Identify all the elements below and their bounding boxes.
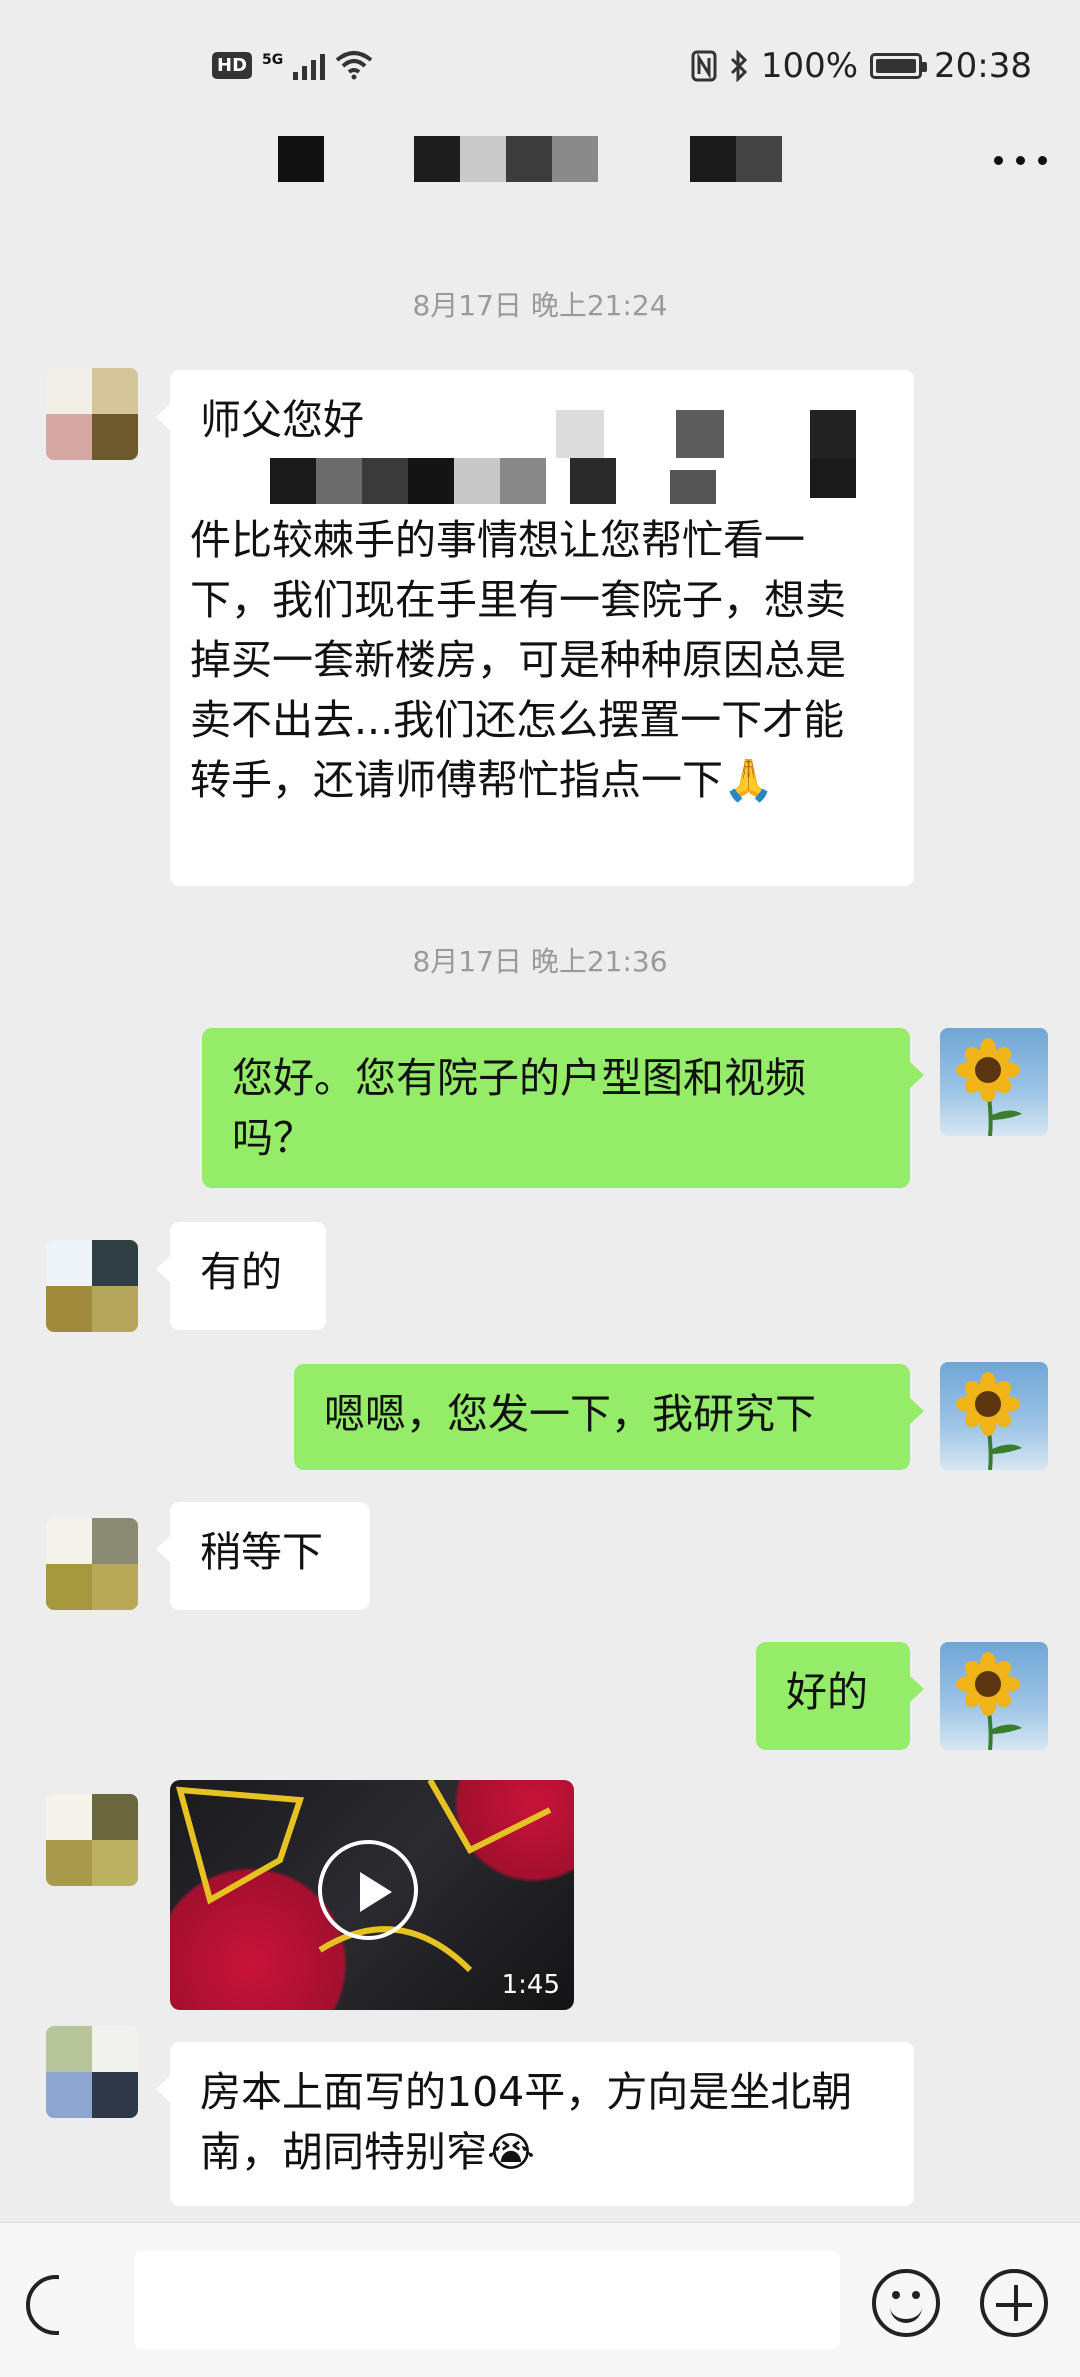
- message-text: 件比较棘手的事情想让您帮忙看一下，我们现在手里有一套院子，想卖掉买一套新楼房，可…: [190, 516, 846, 804]
- battery-percent: 100%: [760, 46, 859, 86]
- status-right: 100% 20:38: [691, 46, 1032, 86]
- voice-icon[interactable]: [26, 2275, 59, 2335]
- message-bubble[interactable]: 有的: [156, 1222, 326, 1330]
- message-text: 您好。您有院子的户型图和视频吗？: [232, 1054, 806, 1162]
- status-bar: HD 5G 100% 20:38: [0, 0, 1080, 130]
- emoji-icon[interactable]: [872, 2269, 940, 2337]
- sunflower-icon: [956, 1652, 1022, 1750]
- clock: 20:38: [934, 46, 1032, 86]
- mosaic-redaction: [270, 410, 870, 518]
- message-input[interactable]: [134, 2251, 840, 2349]
- sunflower-icon: [956, 1038, 1022, 1136]
- nfc-icon: [691, 50, 717, 82]
- avatar[interactable]: [46, 1518, 138, 1610]
- avatar[interactable]: [46, 368, 138, 460]
- contact-name-obscured-3: [690, 136, 782, 182]
- message-text: 房本上面写的104平，方向是坐北朝南，胡同特别窄😭: [200, 2068, 853, 2176]
- message-text: 有的: [200, 1248, 282, 1296]
- plus-icon[interactable]: [980, 2269, 1048, 2337]
- hd-badge: HD: [212, 51, 253, 79]
- message-bubble[interactable]: 稍等下: [156, 1502, 370, 1610]
- wifi-icon: [335, 51, 373, 80]
- signal-group: HD 5G: [212, 50, 373, 80]
- message-bubble[interactable]: 嗯嗯，您发一下，我研究下: [294, 1364, 924, 1470]
- network-type: 5G: [262, 52, 284, 68]
- message-bubble[interactable]: 房本上面写的104平，方向是坐北朝南，胡同特别窄😭: [156, 2042, 914, 2206]
- message-timestamp: 8月17日 晚上21:36: [412, 945, 668, 978]
- signal-icon: [293, 50, 326, 80]
- avatar[interactable]: [46, 1240, 138, 1332]
- more-dots-icon[interactable]: [994, 156, 1048, 170]
- my-avatar[interactable]: [940, 1028, 1048, 1136]
- sunflower-icon: [956, 1372, 1022, 1470]
- avatar[interactable]: [46, 1794, 138, 1886]
- message-bubble[interactable]: 师父您好 件比较棘手的事情想让您帮忙看一下，我们现在手里有一套院子，想卖掉买一套…: [156, 370, 914, 886]
- contact-name-obscured: [232, 136, 324, 182]
- battery-icon: [870, 53, 928, 79]
- avatar[interactable]: [46, 2026, 138, 2118]
- message-bubble[interactable]: 好的: [756, 1642, 924, 1750]
- message-timestamp: 8月17日 晚上21:24: [412, 289, 668, 322]
- play-icon[interactable]: [318, 1840, 418, 1940]
- message-bubble[interactable]: 您好。您有院子的户型图和视频吗？: [202, 1028, 924, 1188]
- video-duration: 1:45: [501, 1970, 560, 2000]
- input-bar: [0, 2222, 1080, 2377]
- message-text: 好的: [786, 1668, 868, 1716]
- message-text: 稍等下: [200, 1528, 323, 1576]
- chat-title-bar: [0, 130, 1080, 190]
- contact-name-obscured-2: [414, 136, 598, 182]
- bluetooth-icon: [730, 50, 747, 82]
- my-avatar[interactable]: [940, 1642, 1048, 1750]
- my-avatar[interactable]: [940, 1362, 1048, 1470]
- video-message[interactable]: 1:45: [170, 1780, 574, 2010]
- message-text: 嗯嗯，您发一下，我研究下: [324, 1390, 816, 1438]
